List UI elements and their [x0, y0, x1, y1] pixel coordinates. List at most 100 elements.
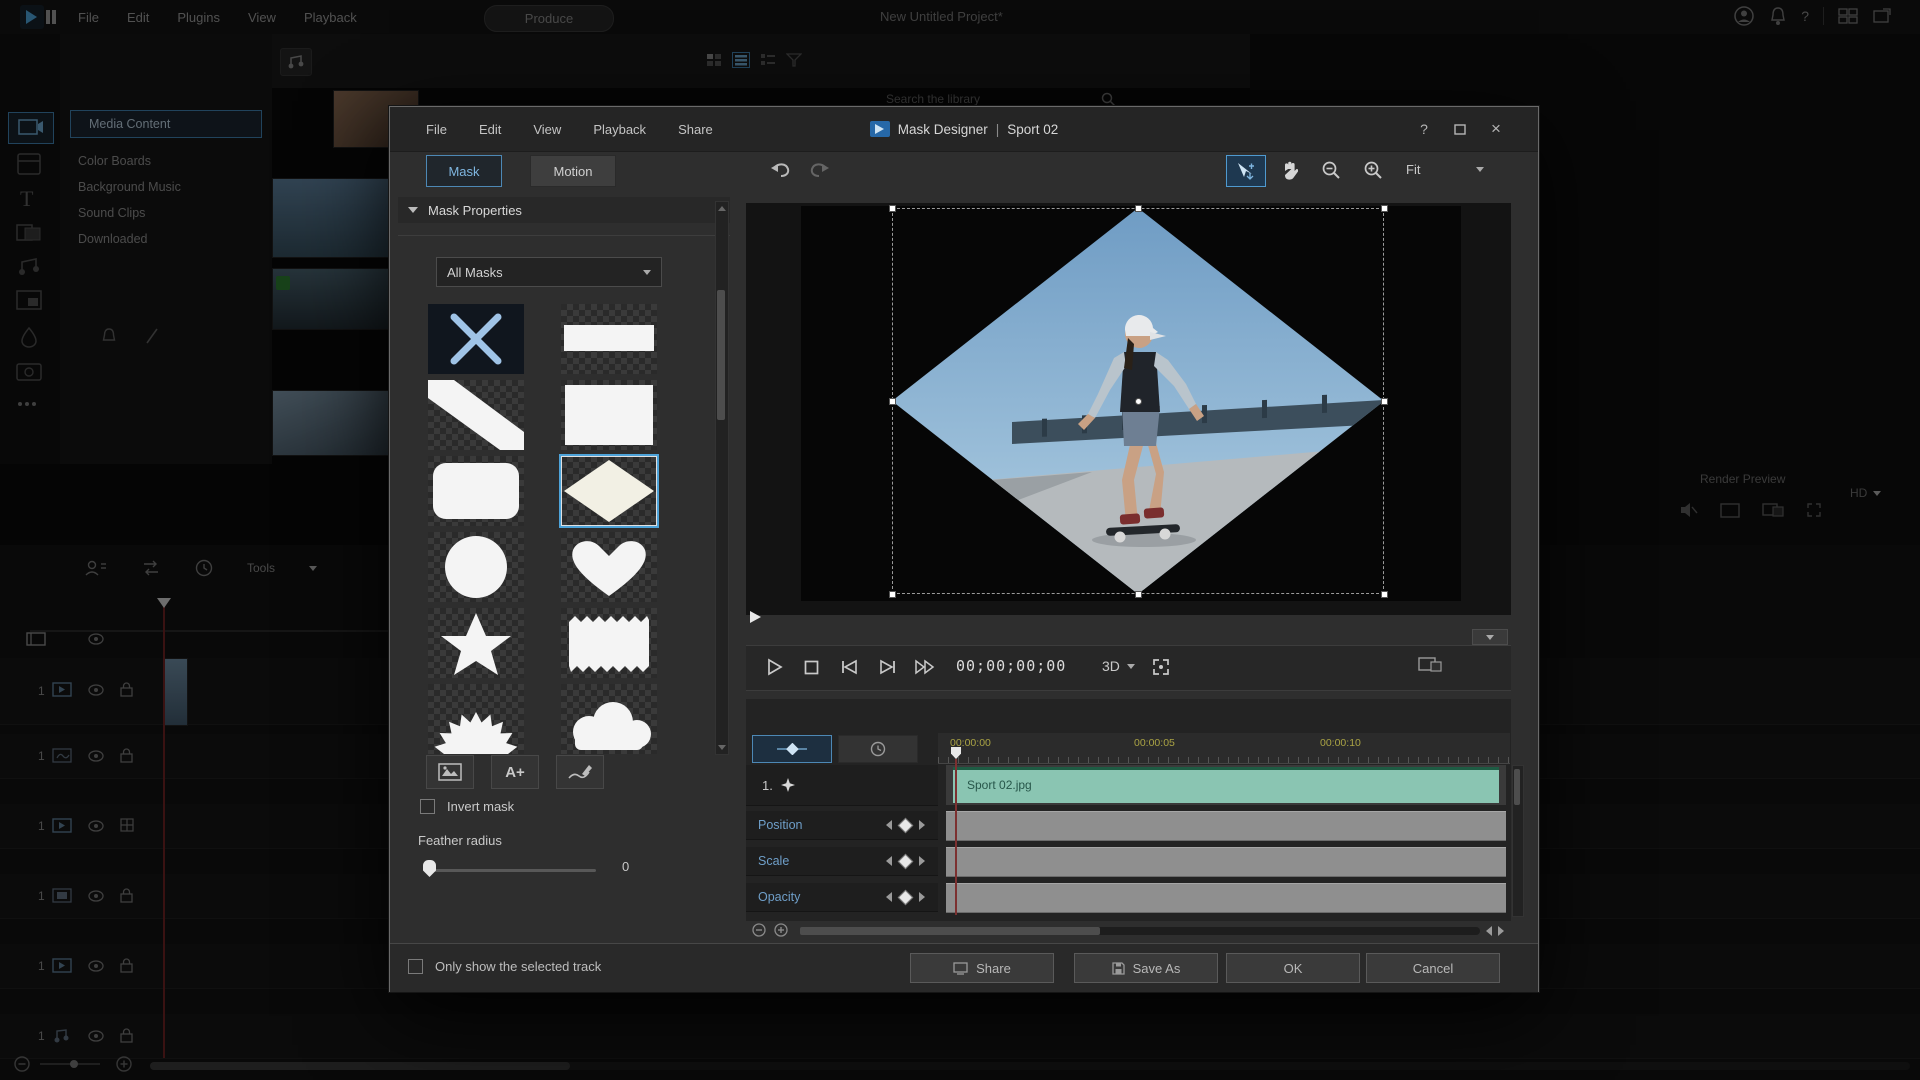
kf-h-scrollbar[interactable]	[800, 927, 1480, 935]
dlg-menu-view[interactable]: View	[533, 122, 561, 137]
kf-zoom-controls	[752, 923, 788, 937]
kf-zoom-out-icon[interactable]	[752, 923, 766, 937]
mask-item-bar[interactable]	[561, 304, 657, 374]
mask-item-sunburst[interactable]	[428, 684, 524, 754]
dlg-menu-edit[interactable]: Edit	[479, 122, 501, 137]
add-keyframe-icon[interactable]	[898, 817, 914, 833]
dlg-menu-share[interactable]: Share	[678, 122, 713, 137]
scrollbar-thumb[interactable]	[1514, 769, 1520, 805]
feather-slider-track[interactable]	[430, 869, 596, 872]
mask-item-diamond-selected[interactable]	[561, 456, 657, 526]
save-as-button[interactable]: Save As	[1074, 953, 1218, 983]
redo-icon[interactable]	[808, 159, 832, 179]
kf-opacity-header[interactable]: Opacity	[746, 883, 938, 912]
add-keyframe-icon[interactable]	[898, 889, 914, 905]
ok-button[interactable]: OK	[1226, 953, 1360, 983]
kf-position-header[interactable]: Position	[746, 811, 938, 840]
scroll-down-icon[interactable]	[718, 745, 726, 750]
selection-handle-nw[interactable]	[889, 205, 896, 212]
ok-label: OK	[1284, 961, 1303, 976]
play-button[interactable]	[762, 655, 788, 679]
mask-item-none[interactable]	[428, 304, 524, 374]
undo-icon[interactable]	[768, 159, 792, 179]
only-show-track-checkbox[interactable]	[408, 959, 423, 974]
image-mask-button[interactable]	[426, 755, 474, 789]
draw-mask-button[interactable]	[556, 755, 604, 789]
mask-item-rounded-rectangle[interactable]	[428, 456, 524, 526]
feather-slider-handle[interactable]	[423, 860, 436, 877]
next-keyframe-icon[interactable]	[919, 892, 925, 902]
prev-keyframe-icon[interactable]	[886, 856, 892, 866]
mask-item-rectangle[interactable]	[561, 380, 657, 450]
mask-item-diagonal[interactable]	[428, 380, 524, 450]
prev-keyframe-icon[interactable]	[886, 820, 892, 830]
scroll-left-icon[interactable]	[1486, 926, 1492, 936]
zoom-fit-dropdown[interactable]: Fit	[1406, 162, 1484, 177]
selection-handle-e[interactable]	[1381, 398, 1388, 405]
selection-handle-ne[interactable]	[1381, 205, 1388, 212]
kf-track-header[interactable]: 1.	[746, 765, 938, 806]
kf-opacity-lane[interactable]	[946, 883, 1506, 913]
selection-handle-w[interactable]	[889, 398, 896, 405]
duration-tab[interactable]	[838, 735, 918, 763]
mask-item-star[interactable]	[428, 608, 524, 678]
select-tool-button[interactable]	[1226, 155, 1266, 187]
mask-properties-label: Mask Properties	[428, 203, 522, 218]
dialog-help-button[interactable]: ?	[1412, 118, 1436, 140]
kf-clip-lane[interactable]: Sport 02.jpg	[946, 765, 1506, 805]
kf-v-scrollbar[interactable]	[1512, 765, 1524, 917]
dlg-menu-playback[interactable]: Playback	[593, 122, 646, 137]
mask-item-heart[interactable]	[561, 532, 657, 602]
kf-scale-lane[interactable]	[946, 847, 1506, 877]
next-keyframe-icon[interactable]	[919, 856, 925, 866]
tab-motion[interactable]: Motion	[530, 155, 616, 187]
keyframe-tab[interactable]	[752, 735, 832, 763]
keyframe-ruler[interactable]	[938, 733, 1510, 764]
detach-preview-icon[interactable]	[1418, 655, 1442, 673]
prev-keyframe-icon[interactable]	[886, 892, 892, 902]
selection-handle-n[interactable]	[1135, 205, 1142, 212]
dlg-menu-file[interactable]: File	[426, 122, 447, 137]
mask-list-scrollbar[interactable]	[715, 201, 729, 755]
3d-mode-dropdown[interactable]: 3D	[1102, 658, 1135, 674]
next-frame-button[interactable]	[874, 655, 900, 679]
property-label: Opacity	[758, 890, 800, 904]
kf-zoom-in-icon[interactable]	[774, 923, 788, 937]
transport-timecode[interactable]: 00;00;00;00	[956, 657, 1066, 675]
chevron-down-icon	[1476, 167, 1484, 172]
next-keyframe-icon[interactable]	[919, 820, 925, 830]
selection-handle-se[interactable]	[1381, 591, 1388, 598]
stop-button[interactable]	[798, 655, 824, 679]
selection-handle-sw[interactable]	[889, 591, 896, 598]
tab-mask[interactable]: Mask	[426, 155, 502, 187]
invert-mask-checkbox[interactable]	[420, 799, 435, 814]
previous-frame-button[interactable]	[836, 655, 862, 679]
fast-forward-button[interactable]	[912, 655, 938, 679]
keyframe-clip[interactable]: Sport 02.jpg	[953, 767, 1499, 803]
kf-position-lane[interactable]	[946, 811, 1506, 841]
scroll-right-icon[interactable]	[1498, 926, 1504, 936]
dialog-titlebar[interactable]: File Edit View Playback Share Mask Desig…	[390, 107, 1538, 152]
all-masks-dropdown[interactable]: All Masks	[436, 257, 662, 287]
scrollbar-thumb[interactable]	[717, 290, 725, 420]
fullscreen-button[interactable]	[1148, 655, 1174, 679]
kf-playhead-line[interactable]	[955, 759, 957, 915]
share-button[interactable]: Share	[910, 953, 1054, 983]
mask-item-clouds[interactable]	[561, 684, 657, 754]
mask-properties-header[interactable]: Mask Properties	[398, 197, 730, 223]
dialog-close-button[interactable]: ×	[1484, 118, 1508, 140]
kf-scale-header[interactable]: Scale	[746, 847, 938, 876]
text-mask-button[interactable]: A+	[491, 755, 539, 789]
collapse-panel-button[interactable]	[1472, 629, 1508, 645]
zoom-in-tool-button[interactable]	[1356, 155, 1390, 185]
cancel-button[interactable]: Cancel	[1366, 953, 1500, 983]
hand-tool-button[interactable]	[1272, 155, 1306, 185]
zoom-out-tool-button[interactable]	[1314, 155, 1348, 185]
mask-item-zigzag[interactable]	[561, 608, 657, 678]
selection-handle-s[interactable]	[1135, 591, 1142, 598]
selection-handle-center[interactable]	[1135, 398, 1142, 405]
add-keyframe-icon[interactable]	[898, 853, 914, 869]
dialog-maximize-button[interactable]	[1448, 118, 1472, 140]
mask-item-circle[interactable]	[428, 532, 524, 602]
scroll-up-icon[interactable]	[718, 206, 726, 211]
